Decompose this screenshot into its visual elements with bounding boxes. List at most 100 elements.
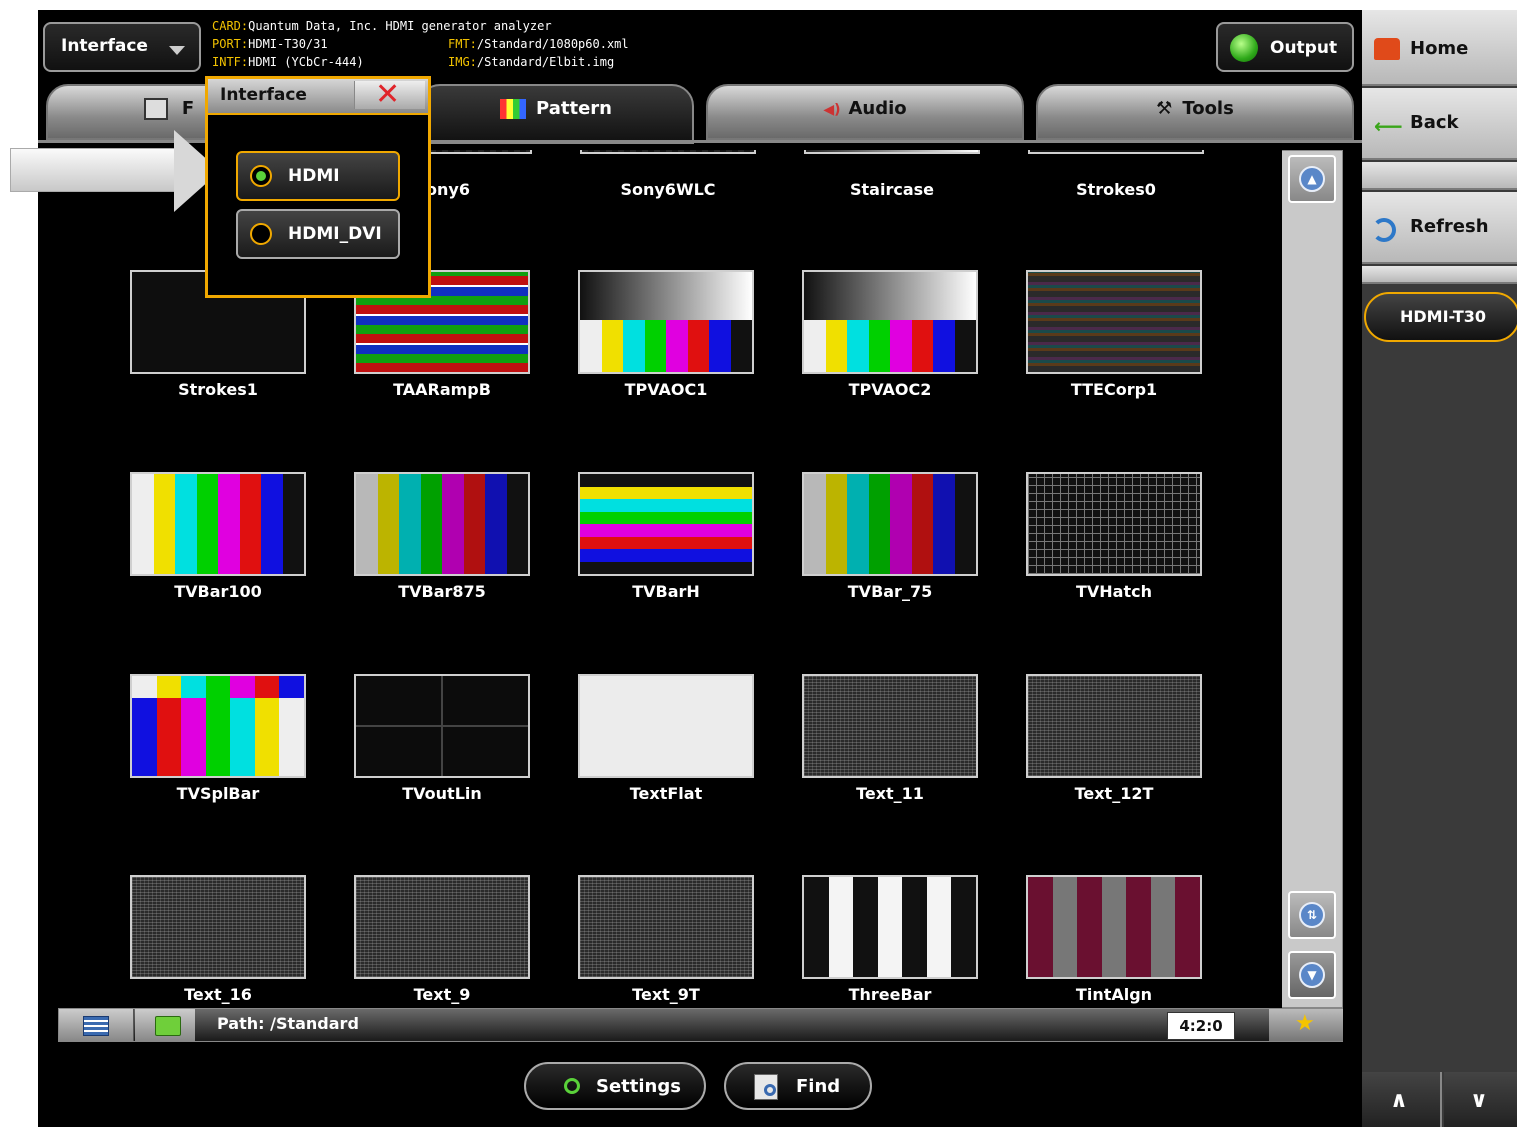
pattern-thumbnail[interactable]: [130, 472, 306, 576]
pattern-thumbnail[interactable]: [802, 875, 978, 979]
tab-pattern-label: Pattern: [536, 98, 612, 119]
chevron-down-icon: ▼: [1299, 962, 1325, 988]
current-path: Path: /Standard: [217, 1014, 359, 1033]
scroll-down-button[interactable]: ▼: [1288, 951, 1336, 999]
sampling-value: 4:2:0: [1179, 1017, 1223, 1035]
pattern-label: TPVAOC2: [848, 380, 932, 399]
pattern-label: Strokes1: [178, 380, 258, 399]
pattern-thumbnail[interactable]: [130, 875, 306, 979]
back-label: Back: [1410, 112, 1459, 133]
pattern-thumbnail[interactable]: [354, 472, 530, 576]
find-label: Find: [796, 1076, 841, 1097]
settings-label: Settings: [596, 1076, 681, 1097]
find-button[interactable]: Find: [724, 1062, 872, 1110]
folder-icon: [155, 1016, 181, 1036]
pattern-thumbnail[interactable]: [578, 472, 754, 576]
chevron-up-icon: ∧: [1390, 1088, 1408, 1113]
scroll-track[interactable]: [1282, 207, 1342, 887]
pattern-label: TVBar875: [398, 582, 486, 601]
favorite-button[interactable]: ★: [1269, 1009, 1343, 1041]
pattern-thumbnail[interactable]: [802, 270, 978, 374]
page-jump-icon: ⇅: [1299, 902, 1325, 928]
tools-icon: ⚒: [1156, 98, 1173, 119]
port-label: HDMI-T30: [1400, 307, 1487, 326]
pattern-label: Text_11: [856, 784, 924, 803]
tab-tools[interactable]: ⚒ Tools: [1036, 84, 1354, 140]
refresh-label: Refresh: [1410, 216, 1489, 237]
pattern-thumbnail[interactable]: [578, 270, 754, 374]
intf-value: HDMI (YCbCr-444): [248, 55, 364, 69]
card-value: Quantum Data, Inc. HDMI generator analyz…: [248, 19, 552, 33]
settings-icon: [564, 1078, 580, 1094]
home-button[interactable]: Home: [1362, 10, 1517, 86]
pattern-label: Strokes0: [1076, 180, 1156, 199]
fmt-value: /Standard/1080p60.xml: [476, 37, 629, 51]
tab-pattern[interactable]: Pattern: [418, 84, 694, 144]
back-button[interactable]: ⟵ Back: [1362, 88, 1517, 160]
pattern-thumbnail[interactable]: [354, 875, 530, 979]
radio-hdmi-dvi-label: HDMI_DVI: [288, 224, 382, 244]
scroll-down-nav-button[interactable]: ∨: [1444, 1072, 1517, 1127]
pattern-label: ThreeBar: [848, 985, 932, 1004]
radio-selected-icon: [250, 165, 272, 187]
pattern-label: TTECorp1: [1070, 380, 1158, 399]
folder-button[interactable]: [135, 1009, 195, 1041]
format-icon: [143, 98, 168, 120]
pattern-label: TVSplBar: [176, 784, 260, 803]
pattern-thumbnail[interactable]: [802, 472, 978, 576]
pattern-label: Staircase: [850, 180, 934, 199]
sidebar: Home ⟵ Back Refresh HDMI-T30 ∧ ∨: [1362, 10, 1517, 1127]
pattern-label: TintAlgn: [1075, 985, 1153, 1004]
pattern-thumbnail[interactable]: [130, 674, 306, 778]
refresh-button[interactable]: Refresh: [1362, 192, 1517, 264]
pattern-thumbnail[interactable]: [578, 674, 754, 778]
tab-audio[interactable]: ◀) Audio: [706, 84, 1024, 140]
scroll-up-nav-button[interactable]: ∧: [1362, 1072, 1442, 1127]
pattern-thumbnail[interactable]: [1026, 472, 1202, 576]
intf-key: INTF:: [212, 55, 249, 69]
sampling-badge: 4:2:0: [1167, 1012, 1235, 1040]
scroll-up-button[interactable]: ▲: [1288, 155, 1336, 203]
speaker-icon: ◀): [823, 102, 841, 118]
pattern-label: Text_9: [413, 985, 471, 1004]
sidebar-spacer: [1362, 162, 1517, 190]
port-value: HDMI-T30/31: [248, 37, 328, 51]
output-button-label: Output: [1270, 38, 1338, 58]
pattern-thumbnail[interactable]: [802, 674, 978, 778]
pattern-label: TPVAOC1: [624, 380, 708, 399]
img-value: /Standard/Elbit.img: [476, 55, 615, 69]
pattern-thumbnail[interactable]: [354, 674, 530, 778]
list-icon: [83, 1016, 109, 1036]
radio-hdmi-label: HDMI: [288, 166, 340, 186]
pattern-label: Text_12T: [1074, 784, 1154, 803]
partial-thumb[interactable]: [804, 150, 980, 154]
scroll-page-button[interactable]: ⇅: [1288, 891, 1336, 939]
partial-thumb[interactable]: [580, 150, 756, 154]
pattern-label: Text_9T: [632, 985, 700, 1004]
interface-button[interactable]: Interface: [43, 22, 201, 72]
pattern-thumbnail[interactable]: [1026, 674, 1202, 778]
pattern-label: TVoutLin: [402, 784, 482, 803]
popup-close-button[interactable]: ✕: [354, 77, 425, 112]
pattern-thumbnail[interactable]: [1026, 270, 1202, 374]
pattern-label: TVBarH: [632, 582, 700, 601]
list-view-button[interactable]: [59, 1009, 134, 1041]
pattern-thumbnail[interactable]: [578, 875, 754, 979]
radio-hdmi[interactable]: HDMI: [236, 151, 400, 201]
pattern-label: TextFlat: [629, 784, 703, 803]
radio-hdmi-dvi[interactable]: HDMI_DVI: [236, 209, 400, 259]
tab-tools-label: Tools: [1182, 98, 1234, 119]
magnifier-icon: [764, 1084, 776, 1096]
settings-button[interactable]: Settings: [524, 1062, 706, 1110]
pattern-thumbnail[interactable]: [1026, 875, 1202, 979]
chevron-down-icon: ∨: [1470, 1088, 1488, 1113]
port-key: PORT:: [212, 37, 249, 51]
port-selector[interactable]: HDMI-T30: [1364, 292, 1517, 342]
pattern-label: TVBar_75: [847, 582, 933, 601]
output-button[interactable]: Output: [1216, 22, 1354, 72]
tab-format-label: F: [181, 98, 195, 119]
home-label: Home: [1410, 38, 1469, 59]
pattern-scrollbar[interactable]: ▲ ⇅ ▼: [1281, 150, 1343, 1008]
pattern-label: Sony6WLC: [620, 180, 716, 199]
partial-thumb[interactable]: [1028, 150, 1204, 154]
